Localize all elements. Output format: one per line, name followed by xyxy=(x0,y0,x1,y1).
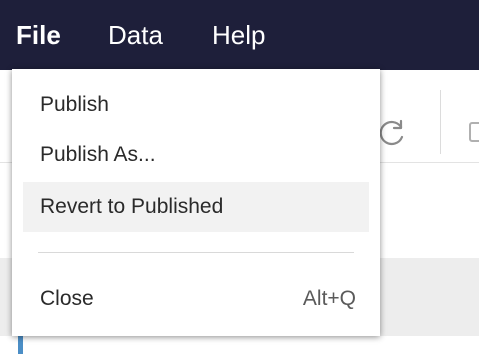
menu-item-publish[interactable]: Publish xyxy=(23,80,369,130)
menu-item-label: Publish xyxy=(40,93,109,116)
refresh-icon[interactable] xyxy=(377,118,407,148)
menu-item-close[interactable]: Close Alt+Q xyxy=(23,274,369,324)
toolbar-icon[interactable] xyxy=(468,121,479,143)
menu-item-label: Close xyxy=(40,287,94,310)
menu-bar: File Data Help xyxy=(0,0,479,70)
file-dropdown-menu: Publish Publish As... Revert to Publishe… xyxy=(12,69,380,336)
menu-item-publish-as[interactable]: Publish As... xyxy=(23,130,369,180)
menu-item-shortcut: Alt+Q xyxy=(302,287,356,310)
menu-help[interactable]: Help xyxy=(212,0,265,70)
menu-divider xyxy=(38,252,354,253)
menu-item-revert-to-published[interactable]: Revert to Published xyxy=(23,182,369,232)
selection-accent xyxy=(18,336,23,354)
menu-data[interactable]: Data xyxy=(108,0,163,70)
menu-file[interactable]: File xyxy=(16,0,61,70)
menu-item-label: Revert to Published xyxy=(40,195,224,218)
menu-item-label: Publish As... xyxy=(40,143,156,166)
toolbar-separator xyxy=(440,90,441,154)
